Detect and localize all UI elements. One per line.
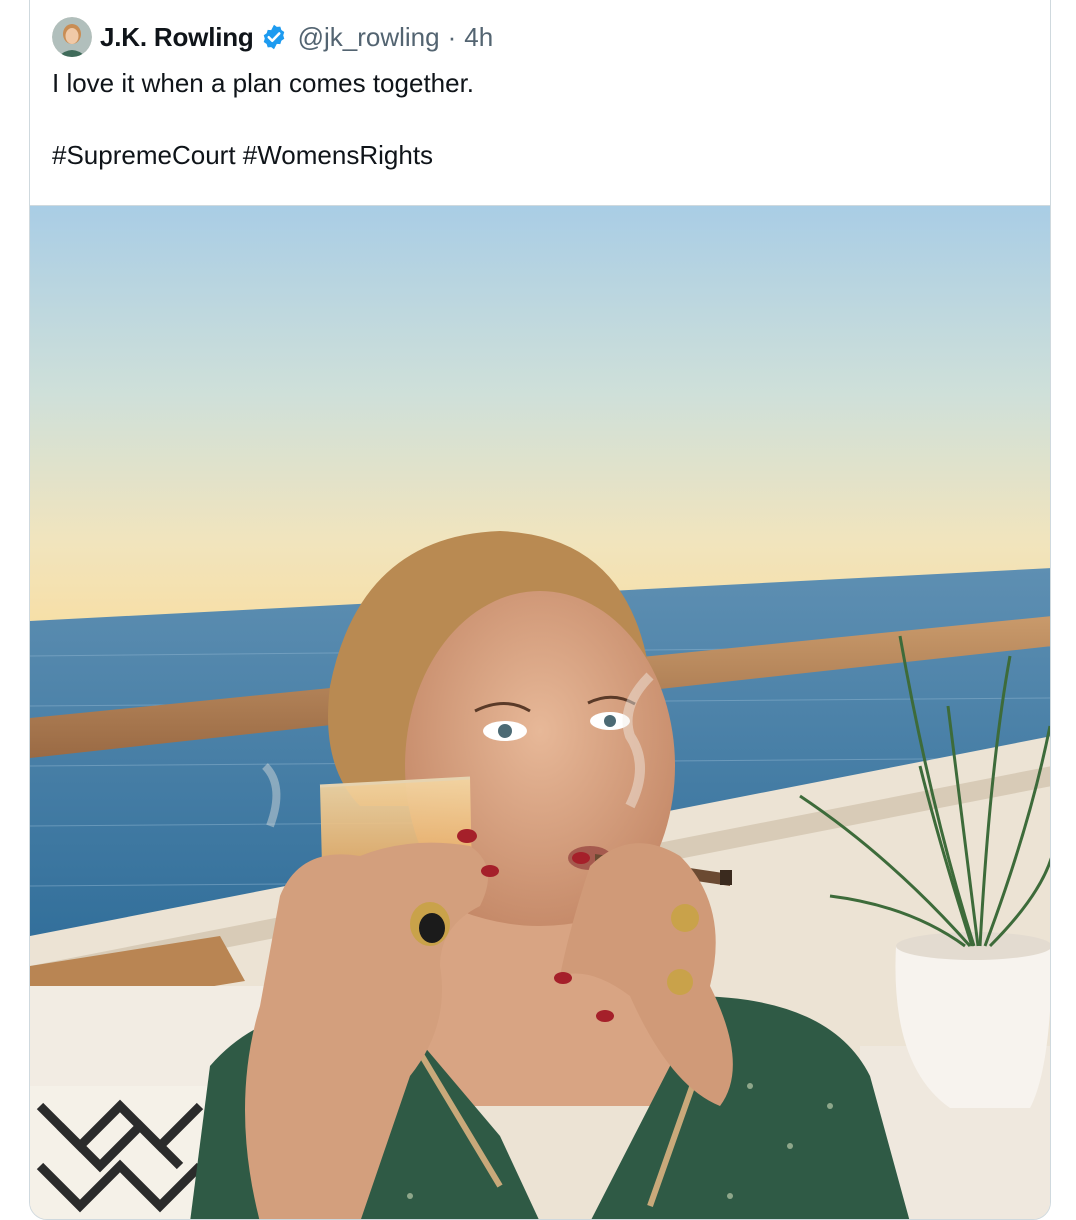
author-display-name[interactable]: J.K. Rowling <box>100 22 254 53</box>
tweet-text: I love it when a plan comes together. #S… <box>52 65 1012 173</box>
avatar[interactable] <box>52 17 92 57</box>
verified-badge-icon <box>260 23 288 51</box>
tweet-card[interactable]: J.K. Rowling @jk_rowling · 4h I love it … <box>29 0 1051 1220</box>
tweet-hashtags: #SupremeCourt #WomensRights <box>52 137 1012 173</box>
tweet-text-line: I love it when a plan comes together. <box>52 68 475 98</box>
tweet-header: J.K. Rowling @jk_rowling · 4h <box>52 17 493 57</box>
hashtag-link[interactable]: #SupremeCourt <box>52 140 236 170</box>
tweet-photo[interactable] <box>30 205 1050 1219</box>
separator-dot: · <box>447 21 457 52</box>
author-handle[interactable]: @jk_rowling <box>298 22 440 53</box>
tweet-timestamp[interactable]: 4h <box>464 22 493 53</box>
photo-woman-on-yacht-deck <box>30 206 1050 1219</box>
hashtag-link[interactable]: #WomensRights <box>243 140 433 170</box>
